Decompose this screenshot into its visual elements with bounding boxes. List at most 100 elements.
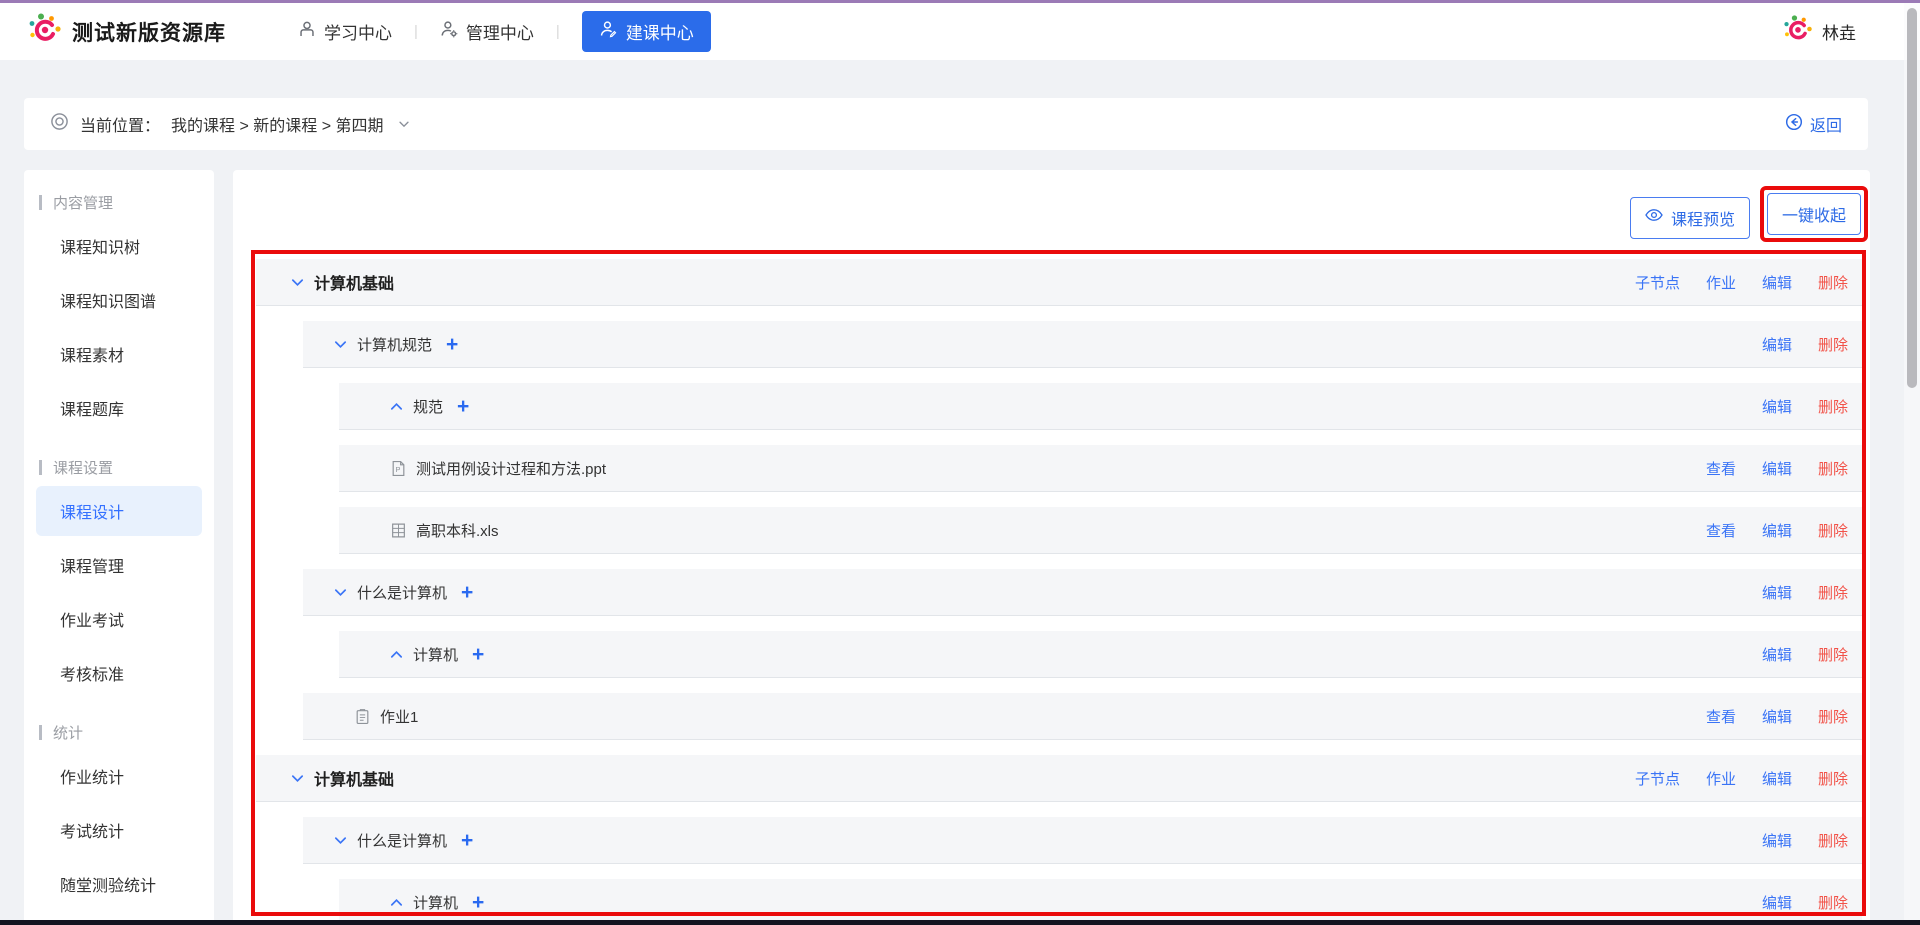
action-delete-link[interactable]: 删除: [1818, 272, 1848, 293]
scrollbar-thumb[interactable]: [1907, 8, 1917, 388]
nav-item-admin-center[interactable]: 管理中心: [440, 19, 534, 44]
action-delete-link[interactable]: 删除: [1818, 768, 1848, 789]
collapse-all-button[interactable]: 一键收起: [1767, 193, 1861, 235]
breadcrumb: 当前位置： 我的课程 > 新的课程 > 第四期: [50, 112, 411, 136]
sidebar-item-课程管理[interactable]: 课程管理: [36, 540, 202, 590]
breadcrumb-path[interactable]: 我的课程 > 新的课程 > 第四期: [171, 112, 383, 136]
sidebar-item-考核标准[interactable]: 考核标准: [36, 648, 202, 698]
sidebar-section: 课程设置课程设计课程管理作业考试考核标准: [24, 457, 214, 698]
tree-row-lead: 作业1: [303, 706, 418, 727]
action-edit-link[interactable]: 编辑: [1762, 892, 1792, 913]
sidebar-item-课程知识树[interactable]: 课程知识树: [36, 221, 202, 271]
chevron-down-icon[interactable]: [290, 771, 305, 786]
xls-file-icon: [390, 522, 407, 539]
tree-row-lead: 计算机基础: [256, 270, 394, 294]
tree-node-title[interactable]: 测试用例设计过程和方法.ppt: [416, 458, 606, 479]
main-panel: 课程预览 一键收起 计算机基础子节点作业编辑删除计算机规范+编辑删除规范+编辑删…: [233, 170, 1870, 925]
action-edit-link[interactable]: 编辑: [1762, 272, 1792, 293]
chevron-down-icon[interactable]: [333, 833, 348, 848]
sidebar-section-title: 统计: [24, 722, 214, 743]
action-edit-link[interactable]: 编辑: [1762, 768, 1792, 789]
back-button[interactable]: 返回: [1785, 112, 1842, 136]
add-child-plus-icon[interactable]: +: [472, 892, 484, 913]
add-child-plus-icon[interactable]: +: [461, 582, 473, 603]
back-label: 返回: [1810, 112, 1842, 136]
sidebar-item-随堂测验统计[interactable]: 随堂测验统计: [36, 859, 202, 909]
course-tree: 计算机基础子节点作业编辑删除计算机规范+编辑删除规范+编辑删除P测试用例设计过程…: [256, 259, 1862, 925]
action-view-link[interactable]: 查看: [1706, 520, 1736, 541]
action-delete-link[interactable]: 删除: [1818, 520, 1848, 541]
action-delete-link[interactable]: 删除: [1818, 582, 1848, 603]
action-homework-link[interactable]: 作业: [1706, 272, 1736, 293]
sidebar-item-课程知识图谱[interactable]: 课程知识图谱: [36, 275, 202, 325]
add-child-plus-icon[interactable]: +: [446, 334, 458, 355]
action-delete-link[interactable]: 删除: [1818, 458, 1848, 479]
nav-item-learning-center[interactable]: 学习中心: [298, 19, 392, 44]
action-child-node-link[interactable]: 子节点: [1635, 768, 1680, 789]
add-child-plus-icon[interactable]: +: [461, 830, 473, 851]
add-child-plus-icon[interactable]: +: [472, 644, 484, 665]
course-preview-button[interactable]: 课程预览: [1630, 197, 1750, 239]
action-edit-link[interactable]: 编辑: [1762, 520, 1792, 541]
sidebar-item-课程题库[interactable]: 课程题库: [36, 383, 202, 433]
sidebar-item-考试统计[interactable]: 考试统计: [36, 805, 202, 855]
page-scrollbar[interactable]: [1904, 3, 1920, 925]
user-menu[interactable]: 林垚: [1783, 14, 1856, 49]
action-homework-link[interactable]: 作业: [1706, 768, 1736, 789]
user-name: 林垚: [1822, 19, 1856, 44]
action-edit-link[interactable]: 编辑: [1762, 830, 1792, 851]
svg-text:P: P: [396, 465, 401, 474]
tree-node-title: 什么是计算机: [357, 582, 447, 603]
action-delete-link[interactable]: 删除: [1818, 830, 1848, 851]
sidebar-item-作业考试[interactable]: 作业考试: [36, 594, 202, 644]
sidebar-item-作业统计[interactable]: 作业统计: [36, 751, 202, 801]
chevron-up-icon[interactable]: [389, 399, 404, 414]
collapse-all-label: 一键收起: [1782, 202, 1846, 226]
tree-node-title: 规范: [413, 396, 443, 417]
nav-separator: |: [556, 23, 560, 40]
tree-node-title[interactable]: 作业1: [380, 706, 418, 727]
brand-name: 测试新版资源库: [72, 17, 226, 47]
sidebar-section-title: 课程设置: [24, 457, 214, 478]
tree-node-title: 计算机基础: [314, 270, 394, 294]
student-person-icon: [298, 20, 316, 43]
chevron-down-icon[interactable]: [397, 117, 411, 131]
action-delete-link[interactable]: 删除: [1818, 396, 1848, 417]
action-view-link[interactable]: 查看: [1706, 458, 1736, 479]
action-delete-link[interactable]: 删除: [1818, 892, 1848, 913]
sidebar-section: 内容管理课程知识树课程知识图谱课程素材课程题库: [24, 192, 214, 433]
add-child-plus-icon[interactable]: +: [457, 396, 469, 417]
breadcrumb-bar: 当前位置： 我的课程 > 新的课程 > 第四期 返回: [24, 98, 1868, 150]
chevron-down-icon[interactable]: [290, 275, 305, 290]
row-actions: 编辑 删除: [1736, 334, 1848, 355]
chevron-up-icon[interactable]: [389, 895, 404, 910]
nav-item-label: 建课中心: [626, 19, 694, 44]
tree-node-title[interactable]: 高职本科.xls: [416, 520, 499, 541]
nav-item-course-builder-button[interactable]: 建课中心: [582, 11, 711, 52]
tree-row-lead: 规范 +: [339, 396, 469, 417]
action-child-node-link[interactable]: 子节点: [1635, 272, 1680, 293]
tree-node-title: 计算机: [413, 644, 458, 665]
tree-row-file: P 测试用例设计过程和方法.ppt 查看 编辑 删除: [339, 445, 1862, 492]
chevron-down-icon[interactable]: [333, 337, 348, 352]
chevron-down-icon[interactable]: [333, 585, 348, 600]
tree-row-section: 计算机基础 子节点 作业 编辑 删除: [256, 259, 1862, 306]
action-view-link[interactable]: 查看: [1706, 706, 1736, 727]
admin-person-gear-icon: [440, 20, 458, 43]
action-edit-link[interactable]: 编辑: [1762, 706, 1792, 727]
action-delete-link[interactable]: 删除: [1818, 706, 1848, 727]
action-delete-link[interactable]: 删除: [1818, 644, 1848, 665]
chevron-up-icon[interactable]: [389, 647, 404, 662]
sidebar-item-课程素材[interactable]: 课程素材: [36, 329, 202, 379]
row-actions: 查看 编辑 删除: [1680, 520, 1848, 541]
action-edit-link[interactable]: 编辑: [1762, 334, 1792, 355]
action-edit-link[interactable]: 编辑: [1762, 396, 1792, 417]
brand[interactable]: 测试新版资源库: [28, 12, 226, 51]
action-edit-link[interactable]: 编辑: [1762, 582, 1792, 603]
action-edit-link[interactable]: 编辑: [1762, 458, 1792, 479]
sidebar-item-课程设计[interactable]: 课程设计: [36, 486, 202, 536]
action-edit-link[interactable]: 编辑: [1762, 644, 1792, 665]
tree-row-section: 计算机+编辑删除: [339, 879, 1862, 925]
action-delete-link[interactable]: 删除: [1818, 334, 1848, 355]
tree-row-section: 什么是计算机 + 编辑 删除: [303, 569, 1862, 616]
